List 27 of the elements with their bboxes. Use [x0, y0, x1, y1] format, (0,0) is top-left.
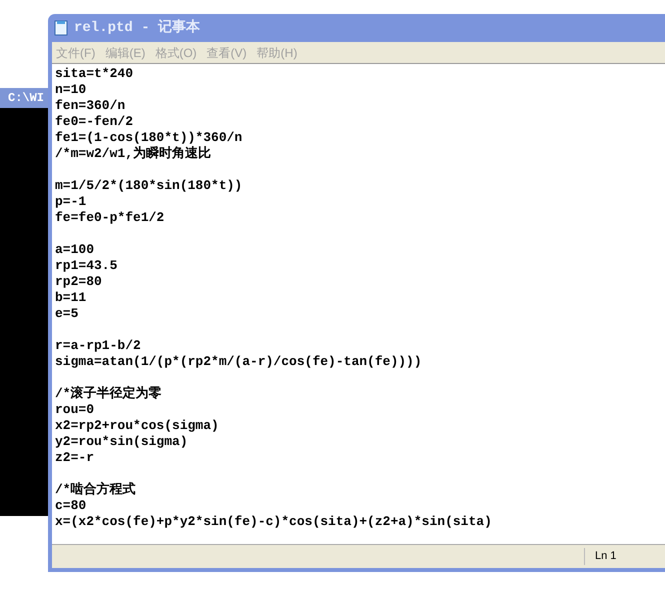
code-line: /*滚子半径定为零 [55, 386, 163, 402]
code-line: a=100 [55, 242, 96, 258]
code-line: z2=-r [55, 450, 96, 466]
code-line: rou=0 [55, 402, 96, 418]
code-line: x=(x2*cos(fe)+p*y2*sin(fe)-c)*cos(sita)+(z2+a)*sin(sita) [55, 514, 493, 530]
code-line: rp2=80 [55, 274, 103, 290]
code-line: r=a-rp1-b/2 [55, 338, 142, 354]
code-line: y2=rou*sin(sigma) [55, 434, 189, 450]
status-position: Ln 1 [584, 548, 665, 565]
code-line: x2=rp2+rou*cos(sigma) [55, 418, 220, 434]
code-line: /*m=w2/w1,为瞬时角速比 [55, 146, 212, 162]
code-line: rp1=43.5 [55, 258, 118, 274]
code-line: b=11 [55, 290, 88, 306]
code-line: n=10 [55, 82, 88, 98]
code-line: sigma=atan(1/(p*(rp2*m/(a-r)/cos(fe)-tan(fe)))) [55, 354, 423, 370]
code-line: /*啮合方程式 [55, 482, 137, 498]
code-line: c=80 [55, 498, 88, 514]
code-line: e=5 [55, 306, 80, 322]
code-line: fe=fe0-p*fe1/2 [55, 210, 166, 226]
code-line: p=-1 [55, 194, 88, 210]
notepad-icon [54, 20, 68, 36]
code-line: m=1/5/2*(180*sin(180*t)) [55, 178, 244, 194]
code-line: sita=t*240 [55, 66, 134, 82]
window-title: rel.ptd - 记事本 [74, 18, 200, 38]
code-line: fe0=-fen/2 [55, 114, 134, 130]
code-line: fe1=(1-cos(180*t))*360/n [55, 130, 244, 146]
code-line: fen=360/n [55, 98, 126, 114]
